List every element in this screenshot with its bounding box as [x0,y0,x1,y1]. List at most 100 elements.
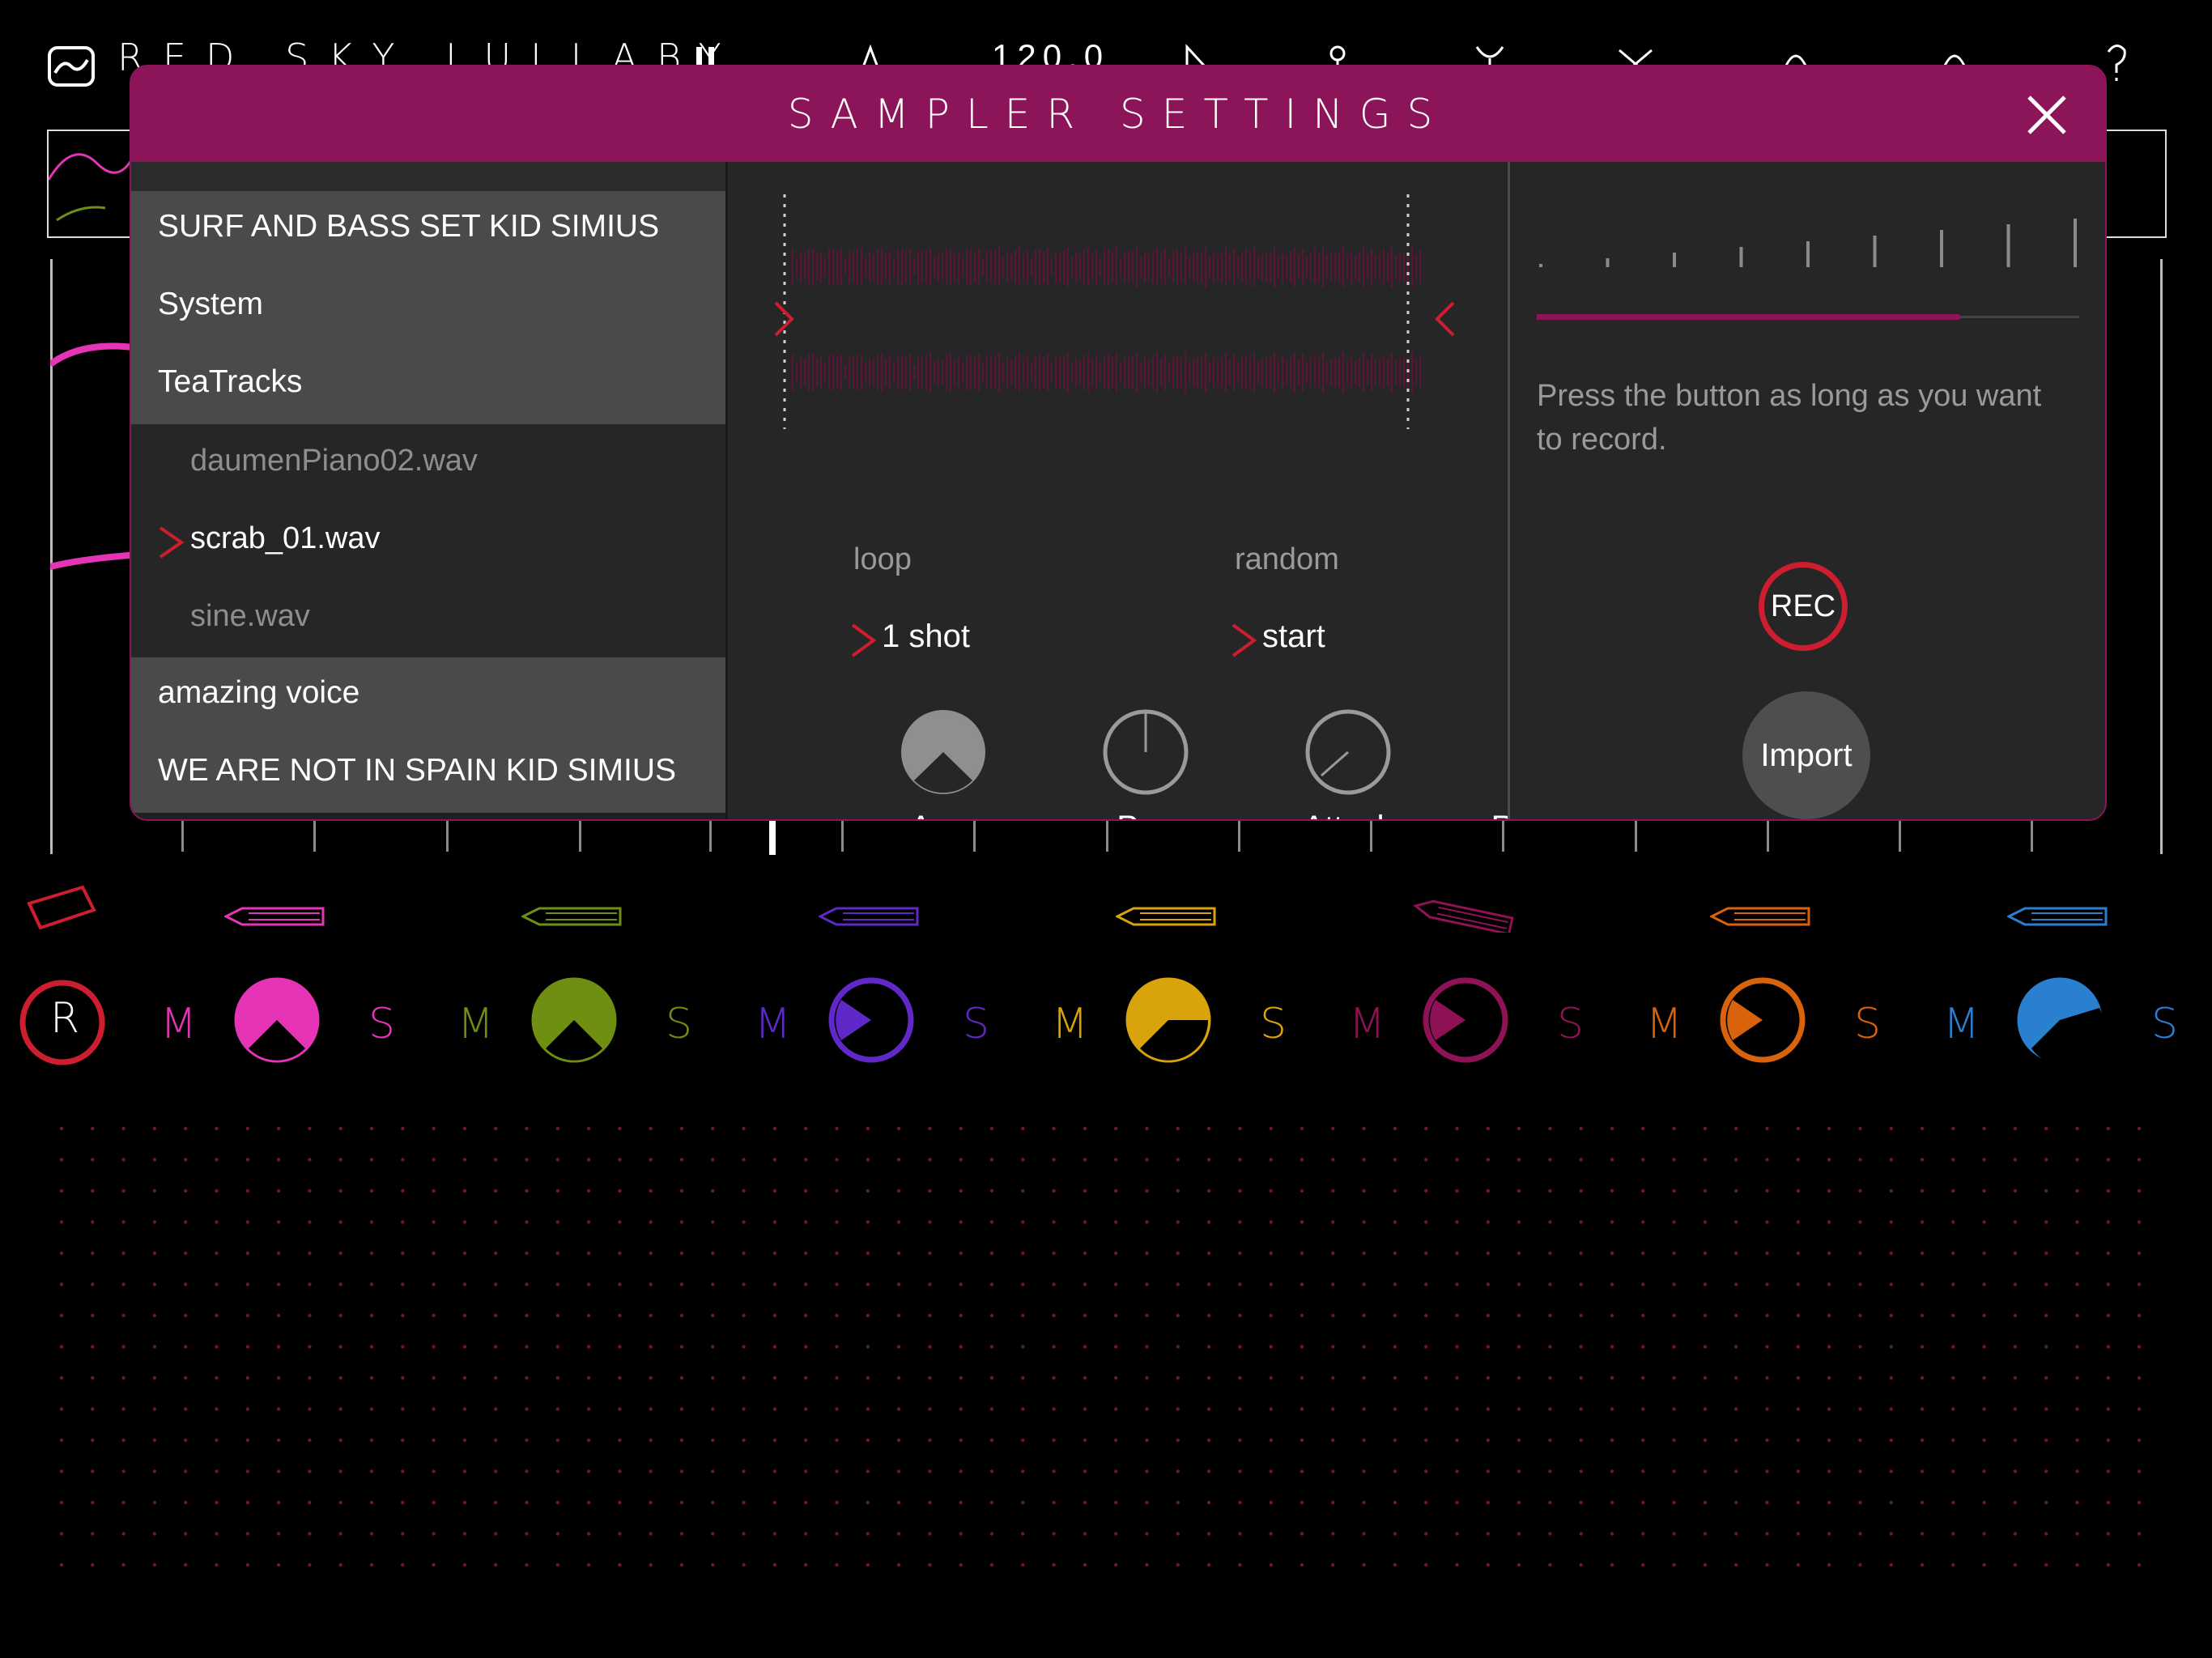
track-volume-knob[interactable] [2015,976,2104,1065]
solo-button[interactable]: S [1557,1000,1584,1048]
grid-dot [1858,1126,1862,1131]
grid-dot [835,1158,839,1162]
mute-button[interactable]: M [1349,1000,1385,1048]
grid-dot [1548,1158,1552,1162]
track-volume-knob[interactable] [1718,976,1807,1065]
grid-dot [432,1562,436,1567]
grid-dot [1672,1438,1676,1443]
pencil-icon[interactable] [1116,900,1221,933]
mute-button[interactable]: M [1052,1000,1088,1048]
track-volume-knob[interactable] [1421,976,1510,1065]
grid-dot [649,1345,653,1349]
grid-dot [1982,1282,1986,1286]
import-button[interactable]: Import [1742,691,1870,819]
timeline-tick [1502,818,1504,852]
grid-dot [1548,1500,1552,1505]
grid-dot [1610,1126,1614,1131]
grid-dot [711,1220,715,1224]
grid-dot [152,1469,157,1473]
solo-button[interactable]: S [1854,1000,1881,1048]
grid-dot [1858,1375,1862,1380]
help-icon[interactable] [2102,40,2131,83]
file-item[interactable]: daumenPiano02.wav [131,424,725,502]
close-icon[interactable] [2024,92,2069,138]
pencil-icon[interactable] [819,900,924,933]
amp-knob[interactable] [900,709,986,795]
pan-knob[interactable] [1103,709,1189,795]
folder-item[interactable]: SURF AND BASS SET KID SIMIUS [131,191,725,269]
grid-dot [1827,1188,1831,1193]
grid-dot [959,1126,963,1131]
pencil-icon[interactable] [1413,900,1518,933]
folder-item-open[interactable]: TeaTracks [131,346,725,424]
level-tick [1606,258,1610,267]
timeline-ruler[interactable] [50,818,2162,858]
grid-dot [308,1532,312,1536]
grid-dot [245,1313,249,1318]
track-volume-knob[interactable] [1124,976,1213,1065]
note-grid[interactable] [57,1125,2162,1595]
grid-dot [1362,1126,1366,1131]
end-marker-handle[interactable] [1432,300,1457,340]
grid-dot [369,1220,374,1224]
grid-dot [896,1251,901,1256]
random-mode-selector[interactable]: start [1230,615,1408,664]
pencil-icon[interactable] [2007,900,2112,933]
track-volume-knob[interactable] [827,976,916,1065]
solo-button[interactable]: S [666,1000,692,1048]
mute-button[interactable]: M [160,1000,197,1048]
grid-dot [1982,1562,1986,1567]
waveform-display[interactable] [776,194,1457,437]
mute-button[interactable]: M [1943,1000,1980,1048]
grid-dot [1269,1562,1273,1567]
grid-dot [586,1158,591,1162]
grid-dot [679,1158,684,1162]
start-marker-handle[interactable] [772,300,797,340]
grid-dot [494,1158,498,1162]
mute-button[interactable]: M [755,1000,791,1048]
grid-dot [555,1251,559,1256]
grid-dot [804,1251,808,1256]
grid-dot [1331,1375,1335,1380]
grid-dot [462,1282,467,1286]
grid-dot [2013,1469,2018,1473]
grid-dot [494,1251,498,1256]
loop-mode-selector[interactable]: 1 shot [849,615,1027,664]
attack-knob[interactable] [1305,709,1391,795]
pencil-icon[interactable] [224,900,330,933]
folder-item[interactable]: amazing voice [131,657,725,735]
grid-dot [1889,1313,1893,1318]
grid-dot [928,1188,932,1193]
grid-dot [184,1313,188,1318]
grid-dot [742,1345,746,1349]
level-tick [1940,230,1943,267]
solo-button[interactable]: S [963,1000,989,1048]
solo-button[interactable]: S [368,1000,395,1048]
record-arm-letter: R [50,994,80,1043]
file-item-selected[interactable]: scrab_01.wav [131,502,725,580]
grid-dot [1579,1158,1583,1162]
record-button[interactable]: REC [1759,562,1848,651]
mute-button[interactable]: M [457,1000,494,1048]
mute-button[interactable]: M [1646,1000,1682,1048]
folder-item[interactable]: WE ARE NOT IN SPAIN KID SIMIUS [131,735,725,813]
grid-dot [1206,1313,1211,1318]
pencil-icon[interactable] [1710,900,1815,933]
folder-item[interactable]: System [131,269,725,346]
overview-icon[interactable] [47,45,96,87]
file-item[interactable]: sine.wav [131,580,725,657]
solo-button[interactable]: S [2151,1000,2178,1048]
eraser-icon[interactable] [24,882,99,936]
playhead[interactable] [769,818,776,855]
grid-dot [835,1313,839,1318]
solo-button[interactable]: S [1260,1000,1287,1048]
track-volume-knob[interactable] [232,976,321,1065]
grid-dot [1362,1407,1366,1411]
track-volume-knob[interactable] [530,976,619,1065]
grid-dot [1765,1126,1769,1131]
grid-dot [494,1500,498,1505]
grid-dot [1114,1438,1118,1443]
grid-dot [462,1500,467,1505]
pencil-icon[interactable] [521,900,627,933]
grid-dot [1889,1375,1893,1380]
